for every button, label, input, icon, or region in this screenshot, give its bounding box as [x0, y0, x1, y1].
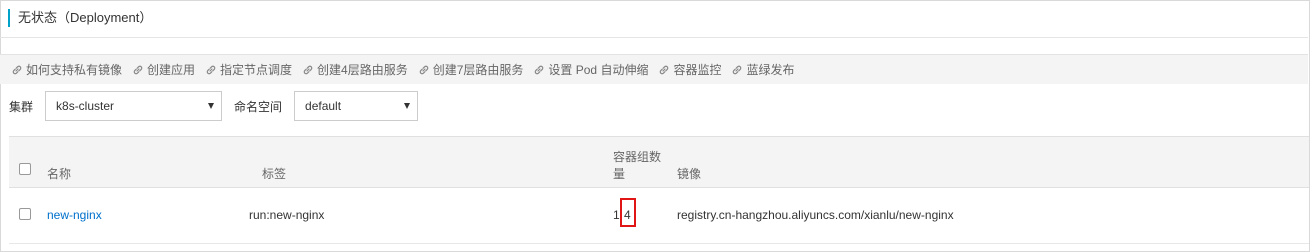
link-icon: [419, 65, 429, 74]
deployment-image: registry.cn-hangzhou.aliyuncs.com/xianlu…: [677, 208, 954, 222]
deployment-table: 名称 标签 容器组数 量 镜像 new-nginx run:new-nginx …: [9, 136, 1309, 246]
row-checkbox[interactable]: [19, 208, 31, 220]
link-layer4-service[interactable]: 创建4层路由服务: [302, 61, 408, 78]
link-icon: [303, 65, 313, 74]
header-pod-count-line2: 量: [613, 167, 626, 181]
link-label: 如何支持私有镜像: [26, 63, 123, 77]
link-blue-green-release[interactable]: 蓝绿发布: [731, 61, 794, 78]
link-label: 设置 Pod 自动伸缩: [548, 63, 649, 77]
link-private-image[interactable]: 如何支持私有镜像: [11, 61, 122, 78]
link-label: 创建4层路由服务: [317, 63, 408, 77]
help-links-bar: 如何支持私有镜像 创建应用 指定节点调度 创建4层路由服务 创建7层路由服务 设…: [0, 54, 1308, 84]
deployment-labels: run:new-nginx: [249, 208, 325, 222]
link-pod-autoscale[interactable]: 设置 Pod 自动伸缩: [533, 61, 648, 78]
header-image: 镜像: [677, 167, 702, 181]
cluster-label: 集群: [9, 99, 34, 114]
header-labels: 标签: [262, 167, 287, 181]
filter-row: 集群 k8s-cluster 命名空间 default: [9, 90, 419, 122]
link-icon: [535, 65, 544, 74]
caret-down-icon: [404, 103, 411, 109]
cluster-select[interactable]: k8s-cluster: [45, 91, 223, 121]
page-title: 无状态（Deployment）: [8, 9, 152, 27]
link-icon: [660, 65, 669, 74]
deployment-name-link[interactable]: new-nginx: [47, 208, 102, 222]
link-icon: [133, 65, 143, 74]
link-layer7-service[interactable]: 创建7层路由服务: [418, 61, 524, 78]
link-label: 蓝绿发布: [746, 63, 795, 77]
cluster-select-value: k8s-cluster: [56, 99, 115, 113]
highlight-annotation-box: [620, 198, 636, 227]
namespace-label: 命名空间: [234, 99, 283, 114]
header-pod-count-line1: 容器组数: [613, 150, 662, 164]
link-label: 创建应用: [147, 63, 196, 77]
link-label: 创建7层路由服务: [432, 63, 524, 77]
caret-down-icon: [208, 103, 215, 109]
link-container-monitoring[interactable]: 容器监控: [658, 61, 721, 78]
link-icon: [733, 65, 742, 74]
header-name: 名称: [47, 167, 72, 181]
title-divider: [0, 37, 1308, 38]
select-all-checkbox[interactable]: [19, 163, 31, 175]
link-node-scheduling[interactable]: 指定节点调度: [205, 61, 292, 78]
table-row: new-nginx run:new-nginx 1 4 registry.cn-…: [9, 188, 1309, 244]
link-label: 指定节点调度: [220, 63, 293, 77]
link-create-app[interactable]: 创建应用: [132, 61, 195, 78]
link-icon: [206, 65, 216, 74]
namespace-select[interactable]: default: [294, 91, 419, 121]
link-label: 容器监控: [673, 63, 722, 77]
link-icon: [12, 65, 22, 74]
pod-count-ready: 1: [613, 208, 620, 222]
table-header: 名称 标签 容器组数 量 镜像: [9, 136, 1309, 188]
namespace-select-value: default: [305, 99, 342, 113]
